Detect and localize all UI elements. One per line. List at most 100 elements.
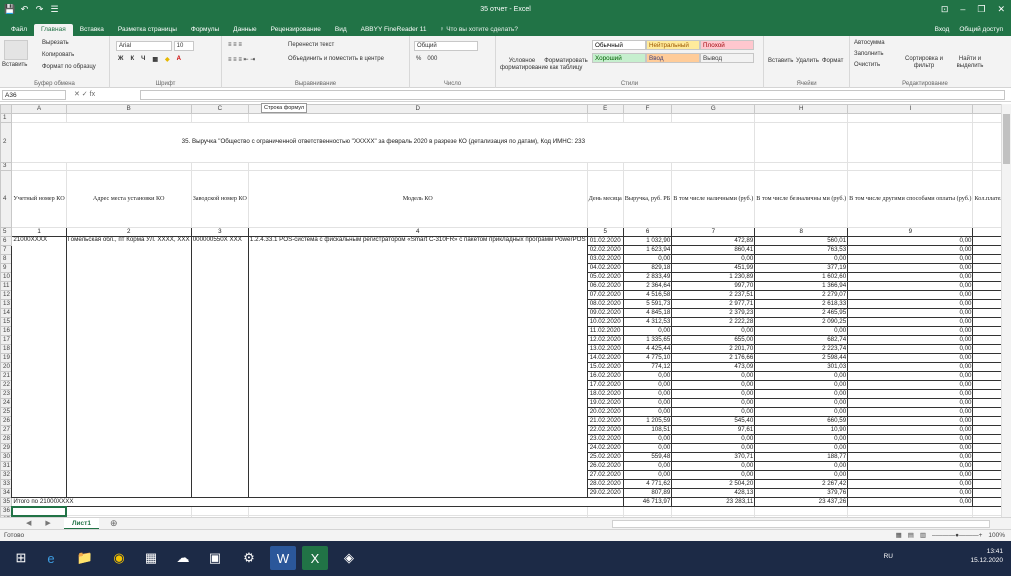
value-cell[interactable]: 473,09 (671, 362, 756, 372)
start-icon[interactable]: ⊞ (8, 546, 34, 570)
date-cell[interactable]: 29.02.2020 (586, 488, 624, 498)
fill-color-icon[interactable]: ◆ (165, 56, 170, 63)
date-cell[interactable]: 02.02.2020 (586, 245, 624, 255)
cloud-icon[interactable]: ☁ (170, 546, 196, 570)
cell[interactable] (65, 113, 192, 123)
date-cell[interactable]: 19.02.2020 (586, 398, 624, 408)
column-number[interactable]: 5 (586, 227, 624, 237)
value-cell[interactable]: 0,00 (671, 254, 756, 264)
column-number[interactable]: 4 (247, 227, 588, 237)
value-cell[interactable]: 0,00 (847, 317, 974, 327)
column-number[interactable]: 8 (754, 227, 849, 237)
date-cell[interactable]: 20.02.2020 (586, 407, 624, 417)
value-cell[interactable]: 0,00 (671, 434, 756, 444)
row-header[interactable]: 14 (0, 308, 13, 318)
borders-icon[interactable]: ▦ (152, 56, 158, 63)
normal-view-icon[interactable]: ▦ (896, 530, 902, 541)
column-number[interactable]: 1 (11, 227, 67, 237)
value-cell[interactable]: 2 201,70 (671, 344, 756, 354)
value-cell[interactable]: 2 379,23 (671, 308, 756, 318)
value-cell[interactable]: 0,00 (847, 335, 974, 345)
cell[interactable] (586, 506, 624, 516)
font-size-select[interactable]: 10 (173, 41, 194, 51)
style-normal[interactable]: Обычный (592, 40, 646, 50)
cell[interactable] (847, 162, 974, 171)
value-cell[interactable]: 0,00 (847, 398, 974, 408)
cell[interactable] (622, 162, 673, 171)
value-cell[interactable]: 774,12 (622, 362, 673, 372)
style-output[interactable]: Вывод (700, 53, 754, 63)
signin-link[interactable]: Вход (935, 26, 950, 33)
value-cell[interactable]: 0,00 (671, 461, 756, 471)
value-cell[interactable]: 0,00 (754, 254, 849, 264)
page-break-icon[interactable]: ▥ (920, 530, 926, 541)
value-cell[interactable]: 0,00 (754, 434, 849, 444)
row-header[interactable]: 30 (0, 452, 13, 462)
row-header[interactable]: 3 (0, 162, 13, 171)
value-cell[interactable]: 0,00 (847, 389, 974, 399)
zoom-control[interactable]: ▦ ▤ ▥ –———●———+ 100% (896, 530, 1005, 541)
value-cell[interactable]: 0,00 (622, 389, 673, 399)
font-color-icon[interactable]: A (177, 56, 181, 63)
chrome-icon[interactable]: ◉ (106, 546, 132, 570)
date-cell[interactable]: 05.02.2020 (586, 272, 624, 282)
cell[interactable] (586, 162, 624, 171)
value-cell[interactable]: 0,00 (847, 407, 974, 417)
cell[interactable] (247, 162, 588, 171)
value-cell[interactable]: 0,00 (622, 398, 673, 408)
row-header[interactable]: 26 (0, 416, 13, 426)
column-title[interactable]: День месяца (586, 170, 624, 228)
cell[interactable] (190, 506, 249, 516)
value-cell[interactable]: 0,00 (622, 470, 673, 480)
value-cell[interactable]: 4 845,18 (622, 308, 673, 318)
ribbon-display-icon[interactable]: ⊡ (941, 4, 949, 15)
value-cell[interactable]: 377,19 (754, 263, 849, 273)
conditional-format-button[interactable]: Условное форматирование (500, 58, 548, 72)
total-value[interactable]: 23 283,11 (671, 497, 756, 507)
tell-me-search[interactable]: ♀ Что вы хотите сделать? (434, 24, 525, 36)
cell[interactable] (847, 113, 974, 123)
cell[interactable] (671, 506, 756, 516)
style-neutral[interactable]: Нейтральный (646, 40, 700, 50)
value-cell[interactable]: 0,00 (671, 407, 756, 417)
value-cell[interactable]: 0,00 (847, 272, 974, 282)
row-header[interactable]: 10 (0, 272, 13, 282)
row-header[interactable]: 20 (0, 362, 13, 372)
date-cell[interactable]: 11.02.2020 (586, 326, 624, 336)
date-cell[interactable]: 24.02.2020 (586, 443, 624, 453)
delete-cells-button[interactable]: Удалить (796, 58, 819, 64)
tab-insert[interactable]: Вставка (73, 24, 111, 36)
value-cell[interactable]: 1 602,60 (754, 272, 849, 282)
tool-icon[interactable]: ◈ (336, 546, 362, 570)
column-title[interactable]: Заводской номер КО (190, 170, 249, 228)
cell[interactable] (622, 506, 673, 516)
value-cell[interactable]: 860,41 (671, 245, 756, 255)
value-cell[interactable]: 0,00 (622, 407, 673, 417)
value-cell[interactable]: 0,00 (622, 434, 673, 444)
cell[interactable] (190, 113, 249, 123)
value-cell[interactable]: 0,00 (847, 380, 974, 390)
value-cell[interactable]: 655,00 (671, 335, 756, 345)
date-cell[interactable]: 09.02.2020 (586, 308, 624, 318)
format-painter-button[interactable]: Формат по образцу (42, 64, 96, 70)
cell[interactable] (671, 162, 756, 171)
value-cell[interactable]: 370,71 (671, 452, 756, 462)
system-clock[interactable]: 13:41 15.12.2020 (970, 547, 1003, 565)
value-cell[interactable]: 0,00 (671, 398, 756, 408)
tab-home[interactable]: Главная (33, 24, 73, 36)
column-title[interactable]: В том числе безналичны ми (руб.) (754, 170, 849, 228)
paste-icon[interactable] (4, 40, 28, 60)
next-sheet-icon[interactable]: ▶ (45, 519, 50, 527)
column-title[interactable]: Выручка, руб. РБ (622, 170, 673, 228)
value-cell[interactable]: 0,00 (847, 371, 974, 381)
date-cell[interactable]: 07.02.2020 (586, 290, 624, 300)
date-cell[interactable]: 22.02.2020 (586, 425, 624, 435)
column-header[interactable]: H (754, 104, 849, 114)
paste-button[interactable]: Вставить (2, 62, 27, 68)
page-layout-icon[interactable]: ▤ (908, 530, 914, 541)
date-cell[interactable]: 08.02.2020 (586, 299, 624, 309)
value-cell[interactable]: 2 364,64 (622, 281, 673, 291)
value-cell[interactable]: 2 223,74 (754, 344, 849, 354)
style-bad[interactable]: Плохой (700, 40, 754, 50)
value-cell[interactable]: 0,00 (754, 470, 849, 480)
